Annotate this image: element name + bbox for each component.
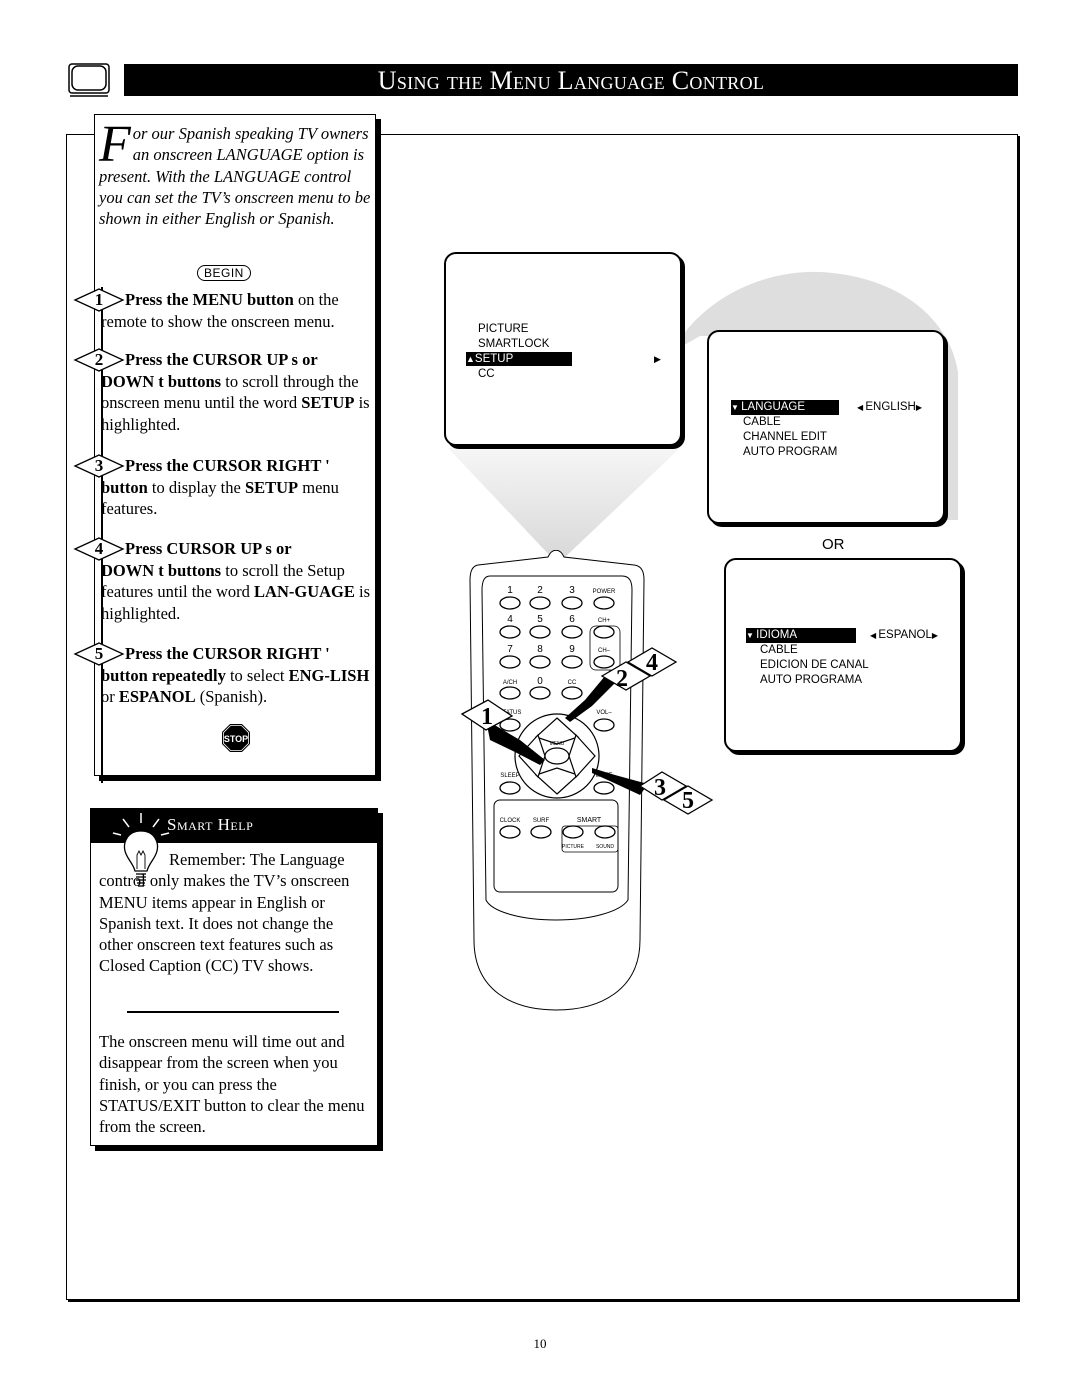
key-label: CH– [598, 648, 611, 654]
key-9[interactable] [561, 655, 583, 669]
key-label: MENU [550, 741, 565, 747]
menu-item-edicion-de-canal: EDICION DE CANAL [760, 659, 869, 671]
key-label: 0 [537, 676, 543, 687]
callout-number: 5 [682, 788, 694, 814]
menu-item-cc: CC [478, 368, 495, 380]
power-button[interactable] [593, 596, 615, 610]
menu-item-cable: CABLE [743, 416, 781, 428]
menu-item-setup-highlighted: ▲︎SETUP [466, 352, 572, 366]
surf-button[interactable] [530, 825, 552, 839]
menu-item-smartlock: SMARTLOCK [478, 338, 550, 350]
key-label: CH+ [598, 618, 611, 624]
key-label: 6 [569, 614, 575, 625]
smart-picture-button[interactable] [562, 825, 584, 839]
key-label: 1 [507, 585, 513, 596]
key-0[interactable] [529, 686, 551, 700]
menu-item-idioma-highlighted: ▼ IDIOMA [746, 628, 856, 643]
menu-item-auto-program: AUTO PROGRAM [743, 446, 838, 458]
key-label: 5 [537, 614, 543, 625]
key-label: CC [568, 680, 577, 686]
callout-number: 4 [646, 650, 658, 676]
key-label: SOUND [596, 844, 614, 850]
menu-item-auto-programa: AUTO PROGRAMA [760, 674, 863, 686]
right-arrow-icon: ▶ [654, 354, 661, 364]
key-7[interactable] [499, 655, 521, 669]
key-label: SLEEP [500, 773, 519, 779]
key-label: POWER [593, 589, 616, 595]
key-label: SMART [577, 817, 602, 824]
key-label: 4 [507, 614, 513, 625]
key-label: SURF [533, 818, 550, 824]
key-label: CLOCK [500, 818, 521, 824]
ch-down-button[interactable] [593, 655, 615, 669]
mute-button[interactable] [593, 781, 615, 795]
right-arrow-icon: ▶ [915, 403, 923, 412]
vol-down-button[interactable] [593, 718, 615, 732]
or-label: OR [822, 536, 845, 553]
remote-signal-beam [448, 448, 680, 560]
clock-button[interactable] [499, 825, 521, 839]
tv-screen-setup-spanish: ▼ IDIOMA ◀ ESPANOL▶ CABLE EDICION DE CAN… [724, 558, 962, 752]
key-3[interactable] [561, 596, 583, 610]
ch-up-button[interactable] [593, 625, 615, 639]
smart-sound-button[interactable] [594, 825, 616, 839]
up-down-arrows-icon: ▲︎ [466, 354, 475, 364]
language-value: ESPANOL [878, 629, 932, 641]
menu-item-language-highlighted: ▼ LANGUAGE [731, 400, 839, 415]
key-label: 3 [569, 585, 575, 596]
menu-item-label: LANGUAGE [741, 401, 806, 413]
menu-item-label: SETUP [474, 353, 514, 365]
callout-number: 1 [481, 704, 493, 730]
key-4[interactable] [499, 625, 521, 639]
ach-button[interactable] [499, 686, 521, 700]
key-label: A/CH [503, 680, 517, 686]
down-arrow-icon: ▼ [731, 403, 742, 412]
down-arrow-icon: ▼ [746, 631, 757, 640]
right-arrow-icon: ▶ [931, 631, 939, 640]
key-label: VOL– [596, 710, 612, 716]
key-5[interactable] [529, 625, 551, 639]
remote-control-illustration: 1 2 3 POWER 4 5 6 CH+ 7 8 9 CH– A/CH 0 C… [460, 550, 714, 1011]
language-value-selector: ◀ ENGLISH▶ [857, 400, 922, 415]
menu-item-label: IDIOMA [756, 629, 798, 641]
page-number: 10 [533, 1336, 547, 1351]
callout-number: 3 [654, 775, 666, 801]
language-value-selector: ◀ ESPANOL▶ [870, 628, 938, 643]
key-label: 2 [537, 585, 543, 596]
sleep-button[interactable] [499, 781, 521, 795]
cc-button[interactable] [561, 686, 583, 700]
menu-button[interactable] [544, 747, 570, 765]
key-label: PICTURE [562, 844, 585, 850]
menu-item-cable: CABLE [760, 644, 798, 656]
key-label: 8 [537, 644, 543, 655]
callout-number: 2 [616, 666, 628, 692]
menu-item-picture: PICTURE [478, 323, 529, 335]
menu-item-channel-edit: CHANNEL EDIT [743, 431, 827, 443]
language-value: ENGLISH [865, 401, 916, 413]
key-label: 7 [507, 644, 513, 655]
tv-screen-main-menu: PICTURE SMARTLOCK ▲︎SETUP CC ▶ [444, 252, 682, 446]
key-1[interactable] [499, 596, 521, 610]
key-6[interactable] [561, 625, 583, 639]
tv-screen-setup-english: ▼ LANGUAGE ◀ ENGLISH▶ CABLE CHANNEL EDIT… [707, 330, 945, 524]
key-label: 9 [569, 644, 575, 655]
key-2[interactable] [529, 596, 551, 610]
key-8[interactable] [529, 655, 551, 669]
